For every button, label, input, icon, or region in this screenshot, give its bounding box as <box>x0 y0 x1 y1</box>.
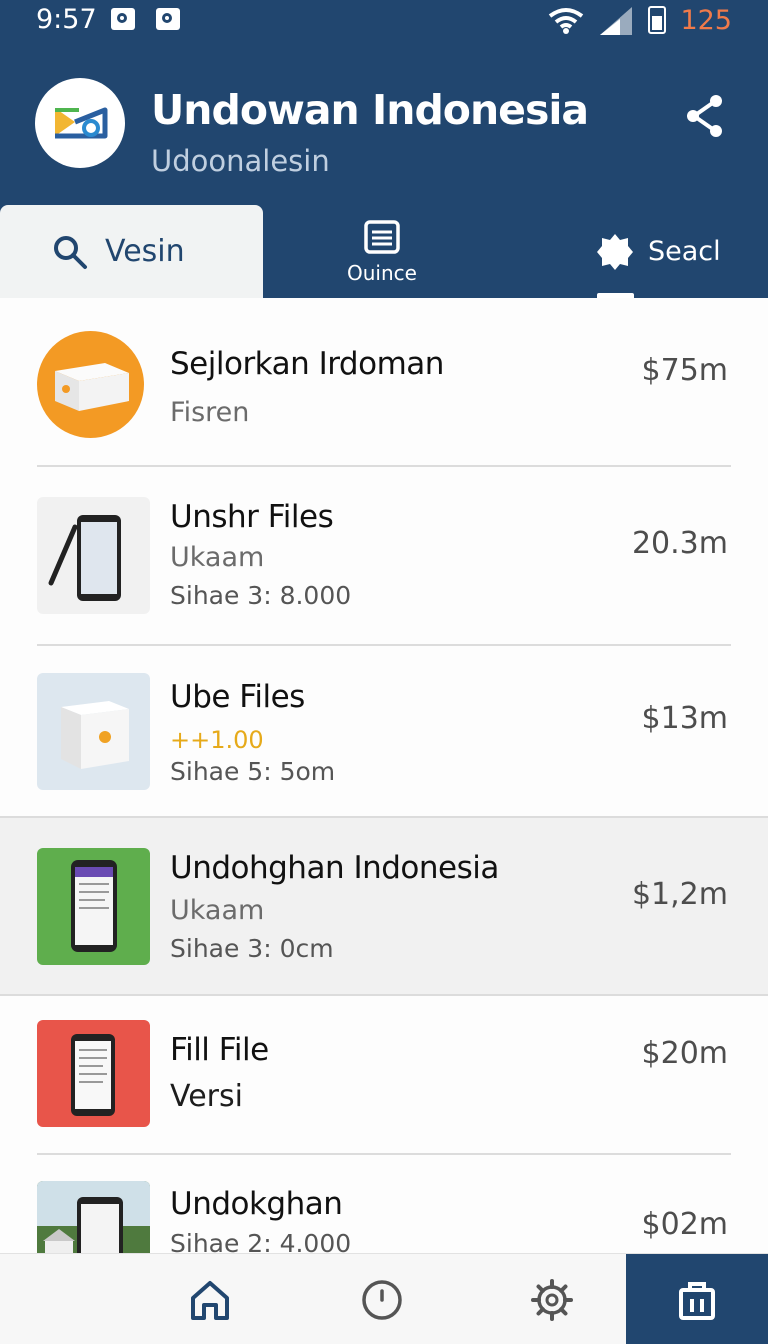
box-icon <box>55 363 129 411</box>
item-price: $75m <box>641 353 728 388</box>
list-icon <box>364 219 400 254</box>
app-title: Undowan Indonesia <box>151 86 589 134</box>
status-time: 9:57 <box>36 4 97 35</box>
share-icon <box>687 95 722 137</box>
item-price: $02m <box>641 1207 728 1242</box>
list-item[interactable]: Undokghan Sihae 2: 4.000 $02m <box>0 1155 768 1253</box>
item-thumbnail <box>37 848 150 965</box>
phone-icon <box>48 515 121 601</box>
item-name: Sejlorkan Irdoman <box>170 346 444 382</box>
list-item[interactable]: Unshr Files Ukaam Sihae 3: 8.000 20.3m <box>0 467 768 644</box>
item-price: $1,2m <box>631 877 728 912</box>
item-rating: ++1.00 <box>170 726 264 754</box>
nav-clock[interactable] <box>322 1254 442 1344</box>
app-logo <box>35 78 125 168</box>
item-price: $20m <box>641 1036 728 1071</box>
item-thumbnail <box>37 497 150 614</box>
phone-icon <box>71 1034 115 1116</box>
app-header: 9:57 125 Undowan Indonesia Udoonalesin V… <box>0 0 768 298</box>
item-name: Unshr Files <box>170 499 334 535</box>
share-button[interactable] <box>681 92 729 140</box>
battery-level: 125 <box>680 4 732 36</box>
cell-signal-icon <box>600 7 633 35</box>
item-thumbnail <box>37 1020 150 1127</box>
item-name: Ube Files <box>170 679 305 715</box>
item-price: 20.3m <box>631 526 728 561</box>
tab-ouince[interactable]: Ouince <box>320 205 444 298</box>
badge-icon <box>597 233 633 270</box>
item-name: Fill File <box>170 1032 269 1068</box>
tab-seacl[interactable]: Seacl <box>596 205 746 298</box>
item-detail: Fisren <box>170 397 250 428</box>
photo-icon <box>37 1181 150 1253</box>
tab-label: Seacl <box>648 236 721 267</box>
list-item[interactable]: Undohghan Indonesia Ukaam Sihae 3: 0cm $… <box>0 818 768 994</box>
phone-icon <box>71 860 117 952</box>
status-bar: 9:57 125 <box>0 0 768 40</box>
bag-icon <box>679 1281 715 1320</box>
item-list: Sejlorkan Irdoman Fisren $75m Unshr File… <box>0 298 768 1253</box>
status-icons: 125 <box>548 2 732 38</box>
wifi-icon <box>549 8 584 34</box>
notification-icon <box>111 8 135 30</box>
item-thumbnail <box>37 1181 150 1253</box>
item-name: Undokghan <box>170 1186 343 1222</box>
item-price: $13m <box>641 701 728 736</box>
list-item[interactable]: Fill File Versi $20m <box>0 996 768 1154</box>
item-size: Sihae 3: 8.000 <box>170 581 352 610</box>
nav-shop[interactable] <box>626 1254 768 1344</box>
tab-label: Ouince <box>347 260 417 285</box>
item-thumbnail <box>37 673 150 790</box>
item-size: Sihae 3: 0cm <box>170 934 334 963</box>
battery-icon <box>648 6 667 34</box>
tab-label: Vesin <box>105 234 185 269</box>
item-size: Sihae 2: 4.000 <box>170 1229 352 1253</box>
item-detail: Versi <box>170 1079 243 1114</box>
gear-icon <box>531 1278 573 1321</box>
list-item[interactable]: Sejlorkan Irdoman Fisren $75m <box>0 298 768 466</box>
list-item[interactable]: Ube Files ++1.00 Sihae 5: 5om $13m <box>0 646 768 816</box>
item-size: Sihae 5: 5om <box>170 757 336 786</box>
nav-settings[interactable] <box>492 1254 612 1344</box>
notification-icon <box>156 8 180 30</box>
clock-icon <box>362 1279 402 1320</box>
item-detail: Ukaam <box>170 542 265 573</box>
home-icon <box>191 1280 229 1320</box>
item-name: Undohghan Indonesia <box>170 850 499 886</box>
app-subtitle: Udoonalesin <box>151 144 330 178</box>
item-detail: Ukaam <box>170 895 265 926</box>
nav-home[interactable] <box>150 1254 270 1344</box>
tab-vesin[interactable]: Vesin <box>0 205 263 298</box>
box-icon <box>61 701 129 769</box>
item-thumbnail <box>37 331 144 438</box>
bottom-nav <box>0 1253 768 1344</box>
search-icon <box>54 235 87 269</box>
